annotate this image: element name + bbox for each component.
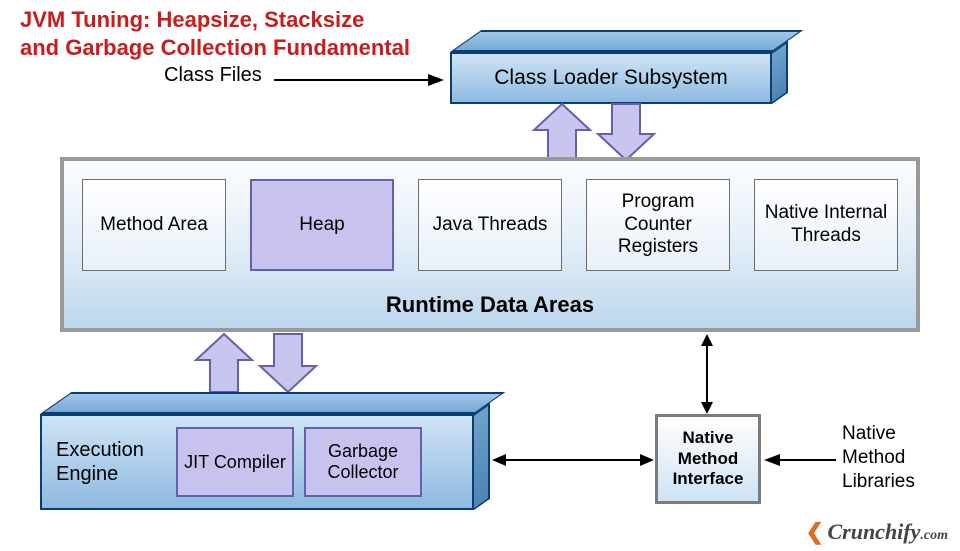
fat-arrow-down-exec	[260, 334, 316, 392]
rda-title: Runtime Data Areas	[64, 292, 916, 318]
arrow-nml-to-nmi	[764, 453, 836, 467]
native-method-interface-box: Native Method Interface	[655, 414, 761, 504]
rda-java-threads: Java Threads	[418, 179, 562, 271]
fat-arrow-up-loader	[534, 104, 590, 160]
class-loader-block: Class Loader Subsystem	[450, 30, 772, 104]
arrow-rda-nmi	[700, 334, 714, 414]
execution-engine-label: Execution Engine	[56, 438, 166, 486]
fat-arrow-up-exec	[196, 334, 252, 392]
logo-chevron-icon: ❮	[806, 519, 818, 544]
title-line-2: and Garbage Collection Fundamental	[20, 35, 410, 60]
rda-pc-registers: Program Counter Registers	[586, 179, 730, 271]
runtime-data-areas-panel: Method Area Heap Java Threads Program Co…	[60, 157, 920, 332]
garbage-collector-box: Garbage Collector	[304, 427, 422, 497]
fat-arrow-down-loader	[598, 104, 654, 160]
logo-suffix: .com	[920, 528, 948, 543]
rda-native-threads: Native Internal Threads	[754, 179, 898, 271]
arrow-exec-nmi	[492, 453, 654, 467]
logo-brand: Crunchify	[827, 519, 920, 544]
class-files-label: Class Files	[164, 64, 262, 87]
jit-compiler-box: JIT Compiler	[176, 427, 294, 497]
native-method-libraries-label: Native Method Libraries	[842, 422, 952, 493]
page-title: JVM Tuning: Heapsize, Stacksize and Garb…	[20, 6, 410, 61]
arrow-classfiles-to-loader	[274, 73, 444, 87]
class-loader-label: Class Loader Subsystem	[494, 66, 727, 90]
rda-method-area: Method Area	[82, 179, 226, 271]
rda-heap: Heap	[250, 179, 394, 271]
title-line-1: JVM Tuning: Heapsize, Stacksize	[20, 7, 364, 32]
crunchify-logo: ❮ Crunchify.com	[806, 519, 948, 545]
execution-engine-block: Execution Engine JIT Compiler Garbage Co…	[40, 392, 474, 510]
